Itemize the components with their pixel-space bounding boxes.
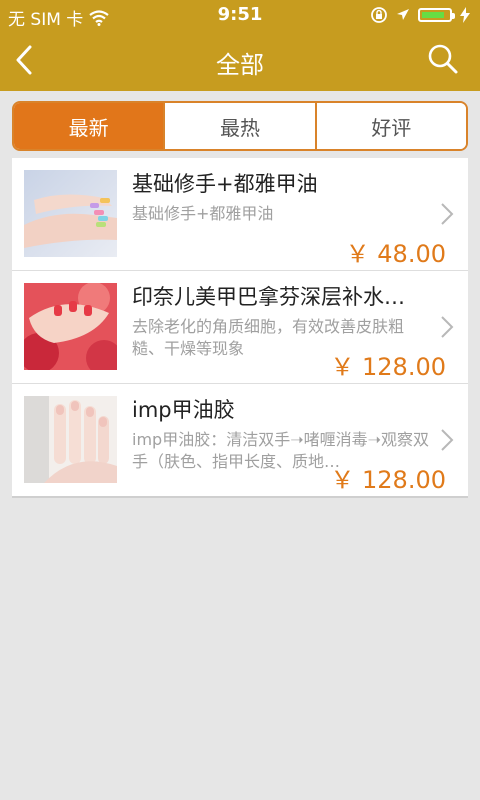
list-item[interactable]: 基础修手+都雅甲油 基础修手+都雅甲油 ￥ 48.00 [12, 158, 468, 271]
chevron-right-icon [441, 429, 454, 451]
product-thumbnail [24, 396, 117, 483]
page-title: 全部 [216, 51, 264, 79]
product-thumbnail [24, 170, 117, 257]
list-item[interactable]: 印奈儿美甲巴拿芬深层补水… 去除老化的角质细胞，有效改善皮肤粗糙、干燥等现象 ￥… [12, 271, 468, 384]
product-price: ￥ 48.00 [345, 240, 446, 268]
sort-tabs: 最新 最热 好评 [12, 101, 468, 151]
product-price: ￥ 128.00 [330, 466, 446, 494]
list-item[interactable]: imp甲油胶 imp甲油胶：清洁双手➝啫喱消毒➝观察双手（肤色、指甲长度、质地…… [12, 384, 468, 496]
status-right [370, 6, 470, 24]
charging-bolt-icon [460, 7, 470, 23]
battery-icon [418, 8, 455, 22]
search-icon [428, 44, 458, 74]
rotation-lock-icon [371, 7, 387, 23]
tab-best-rated[interactable]: 好评 [314, 103, 466, 149]
chevron-right-icon [441, 203, 454, 225]
product-price: ￥ 128.00 [330, 353, 446, 381]
product-list: 基础修手+都雅甲油 基础修手+都雅甲油 ￥ 48.00 印奈儿美甲巴拿芬深层补水… [12, 158, 468, 498]
product-title: 印奈儿美甲巴拿芬深层补水… [132, 285, 405, 309]
header: 无 SIM 卡 9:51 全部 [0, 0, 480, 91]
tab-latest[interactable]: 最新 [14, 103, 164, 149]
chevron-right-icon [441, 316, 454, 338]
navigation-bar: 全部 [0, 30, 480, 91]
product-title: imp甲油胶 [132, 398, 235, 422]
location-arrow-icon [397, 9, 409, 20]
status-bar: 无 SIM 卡 9:51 [0, 0, 480, 30]
product-title: 基础修手+都雅甲油 [132, 172, 318, 196]
search-button[interactable] [426, 42, 460, 76]
product-thumbnail [24, 283, 117, 370]
tab-hottest[interactable]: 最热 [163, 103, 315, 149]
